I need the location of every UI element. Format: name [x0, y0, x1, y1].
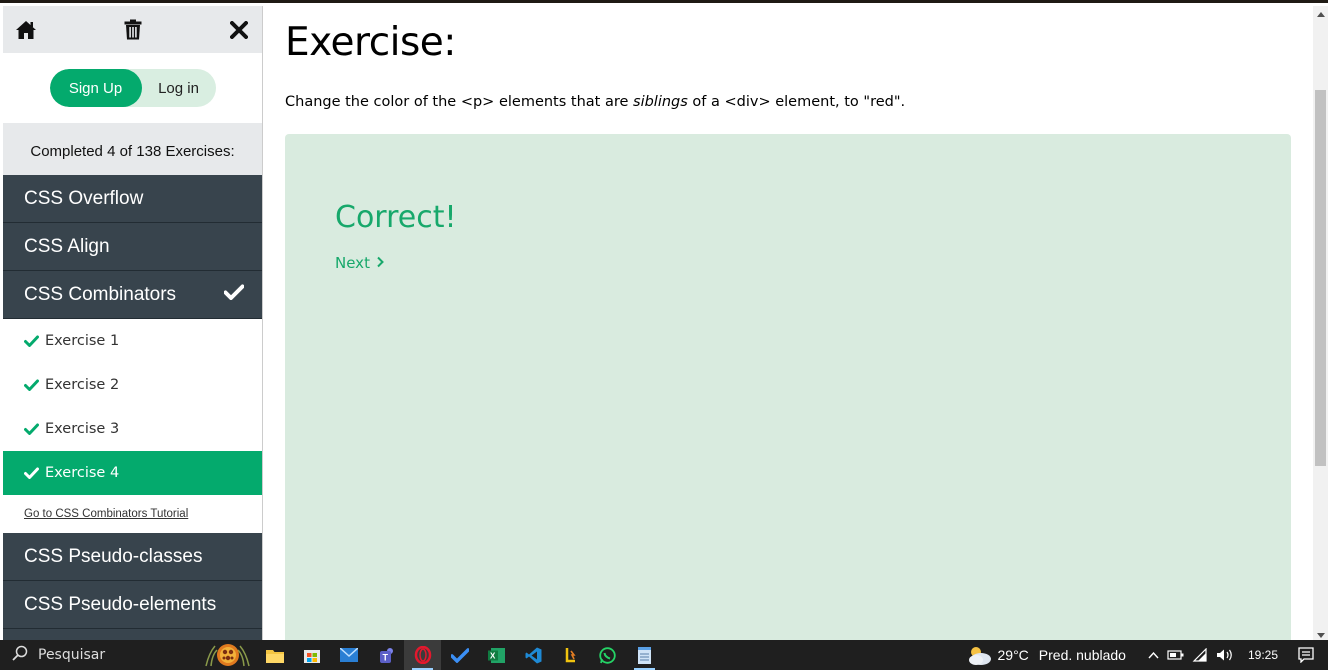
- result-panel: Correct! Next: [285, 134, 1291, 640]
- page-scrollbar[interactable]: [1313, 6, 1328, 640]
- notification-icon[interactable]: [1290, 647, 1328, 663]
- instruction-text: Change the color of the <p> elements tha…: [285, 94, 634, 110]
- tutorial-link[interactable]: Go to CSS Combinators Tutorial: [3, 495, 262, 533]
- checkmark-icon: [24, 423, 39, 435]
- exercise-label: Exercise 2: [45, 377, 120, 393]
- vscode-icon[interactable]: [515, 640, 552, 670]
- notepad-icon[interactable]: [626, 640, 663, 670]
- svg-text:T: T: [382, 652, 388, 662]
- exercise-label: Exercise 1: [45, 333, 120, 349]
- topic-label: CSS Pseudo-elements: [24, 593, 217, 615]
- sign-up-button[interactable]: Sign Up: [49, 69, 142, 107]
- exercise-item-4[interactable]: Exercise 4: [3, 451, 262, 495]
- page-title: Exercise:: [285, 20, 456, 65]
- search-highlight-icon: [200, 640, 256, 670]
- exercise-item-3[interactable]: Exercise 3: [3, 407, 262, 451]
- progress-text: Completed 4 of 138 Exercises:: [3, 123, 262, 175]
- weather-temp: 29°C: [997, 647, 1029, 663]
- exercise-item-1[interactable]: Exercise 1: [3, 319, 262, 363]
- exercise-instruction: Change the color of the <p> elements tha…: [285, 94, 905, 110]
- instruction-emphasis: siblings: [633, 94, 688, 110]
- topic-css-overflow[interactable]: CSS Overflow: [3, 175, 262, 223]
- exercise-sidebar: Sign Up Log in Completed 4 of 138 Exerci…: [3, 6, 263, 640]
- whatsapp-icon[interactable]: [589, 640, 626, 670]
- file-explorer-icon[interactable]: [256, 640, 293, 670]
- wifi-icon[interactable]: [1188, 648, 1212, 662]
- exercise-label: Exercise 3: [45, 421, 120, 437]
- teams-icon[interactable]: T: [367, 640, 404, 670]
- instruction-text-end: of a <div> element, to "red".: [687, 94, 906, 110]
- auth-area: Sign Up Log in: [3, 53, 262, 123]
- topic-css-pseudo-elements[interactable]: CSS Pseudo-elements: [3, 581, 262, 629]
- lightning-app-icon[interactable]: [552, 640, 589, 670]
- svg-text:X: X: [490, 651, 496, 660]
- excel-icon[interactable]: X: [478, 640, 515, 670]
- clock[interactable]: 19:25: [1238, 648, 1290, 662]
- checkmark-icon: [24, 335, 39, 347]
- topic-label: CSS Combinators: [24, 283, 177, 305]
- mail-icon[interactable]: [330, 640, 367, 670]
- scroll-up-arrow-icon[interactable]: [1313, 6, 1328, 22]
- windows-taskbar: Pesquisar T X 29°C Pred. nublado 19:25: [0, 640, 1328, 670]
- scroll-down-arrow-icon[interactable]: [1313, 627, 1328, 640]
- checkmark-icon: [223, 284, 245, 306]
- close-icon[interactable]: [227, 18, 251, 42]
- weather-widget[interactable]: 29°C Pred. nublado: [962, 644, 1130, 666]
- sidebar-toolbar: [3, 6, 262, 53]
- scrollbar-thumb[interactable]: [1315, 90, 1326, 466]
- chevron-right-icon: [376, 254, 384, 272]
- battery-icon[interactable]: [1163, 649, 1188, 661]
- topic-label: CSS Pseudo-classes: [24, 545, 203, 567]
- todo-icon[interactable]: [441, 640, 478, 670]
- result-status: Correct!: [335, 200, 457, 235]
- volume-icon[interactable]: [1212, 648, 1238, 662]
- store-icon[interactable]: [293, 640, 330, 670]
- topic-css-pseudo-classes[interactable]: CSS Pseudo-classes: [3, 533, 262, 581]
- topic-css-combinators[interactable]: CSS Combinators: [3, 271, 262, 319]
- exercise-item-2[interactable]: Exercise 2: [3, 363, 262, 407]
- auth-toggle: Sign Up Log in: [49, 69, 216, 107]
- trash-icon[interactable]: [121, 18, 145, 42]
- next-label: Next: [335, 254, 370, 272]
- browser-viewport: Sign Up Log in Completed 4 of 138 Exerci…: [0, 0, 1328, 640]
- weather-condition: Pred. nublado: [1038, 647, 1126, 663]
- chevron-up-icon[interactable]: [1144, 651, 1163, 659]
- system-tray: 29°C Pred. nublado 19:25: [962, 640, 1328, 670]
- search-icon: [12, 645, 28, 665]
- taskbar-search[interactable]: Pesquisar: [0, 640, 200, 670]
- checkmark-icon: [24, 467, 39, 479]
- checkmark-icon: [24, 379, 39, 391]
- exercise-label: Exercise 4: [45, 465, 120, 481]
- home-icon[interactable]: [14, 18, 38, 42]
- topic-label: CSS Align: [24, 235, 110, 257]
- topic-css-align[interactable]: CSS Align: [3, 223, 262, 271]
- topic-label: CSS Overflow: [24, 187, 144, 209]
- search-placeholder: Pesquisar: [38, 647, 106, 663]
- exercise-main: Exercise: Change the color of the <p> el…: [263, 6, 1313, 640]
- next-link[interactable]: Next: [335, 254, 384, 272]
- topic-next-partial[interactable]: [3, 629, 262, 640]
- cloud-sun-icon: [966, 644, 992, 666]
- log-in-button[interactable]: Log in: [142, 69, 216, 107]
- opera-icon[interactable]: [404, 640, 441, 670]
